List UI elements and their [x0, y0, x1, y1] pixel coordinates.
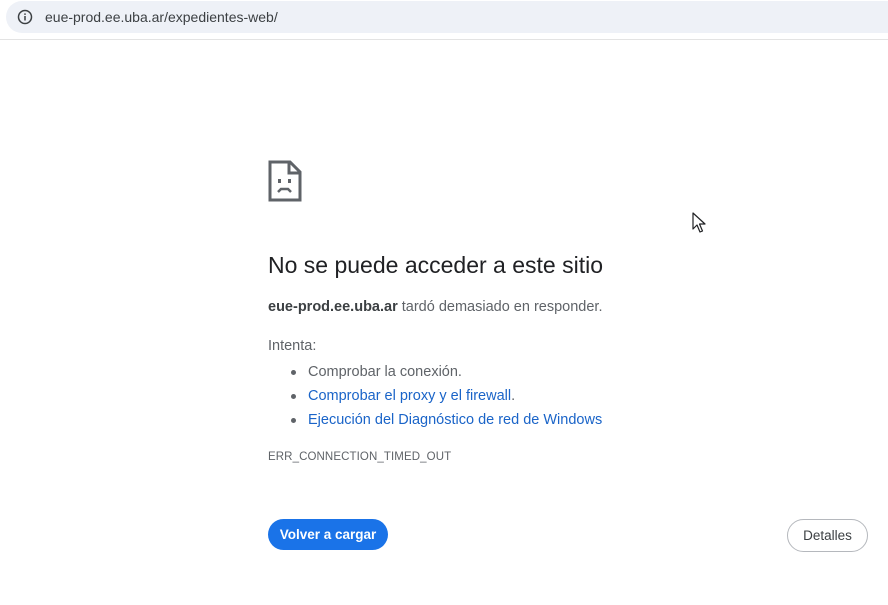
- mouse-cursor-icon: [692, 212, 706, 233]
- address-bar: eue-prod.ee.uba.ar/expedientes-web/: [0, 0, 888, 40]
- reload-button[interactable]: Volver a cargar: [268, 519, 388, 550]
- check-proxy-link[interactable]: Comprobar el proxy y el firewall: [308, 388, 511, 404]
- url-text[interactable]: eue-prod.ee.uba.ar/expedientes-web/: [45, 9, 278, 25]
- network-diagnostics-link[interactable]: Ejecución del Diagnóstico de red de Wind…: [308, 412, 602, 428]
- suggestion-check-proxy: Comprobar el proxy y el firewall.: [290, 384, 602, 408]
- suggestion-network-diagnostics: Ejecución del Diagnóstico de red de Wind…: [290, 408, 602, 432]
- page-title: No se puede acceder a este sitio: [268, 252, 603, 278]
- sad-document-icon: [268, 160, 302, 202]
- error-message-suffix: tardó demasiado en responder.: [397, 299, 603, 315]
- suggestions-label: Intenta:: [268, 338, 317, 354]
- suggestions-list: Comprobar la conexión. Comprobar el prox…: [268, 360, 602, 432]
- error-message: eue-prod.ee.uba.ar tardó demasiado en re…: [268, 298, 602, 316]
- details-button[interactable]: Detalles: [787, 519, 868, 552]
- suggestion-check-connection: Comprobar la conexión.: [290, 360, 602, 384]
- info-circle-icon[interactable]: [17, 9, 33, 25]
- error-host: eue-prod.ee.uba.ar: [268, 299, 398, 315]
- omnibox[interactable]: eue-prod.ee.uba.ar/expedientes-web/: [6, 1, 888, 33]
- error-code: ERR_CONNECTION_TIMED_OUT: [268, 451, 452, 463]
